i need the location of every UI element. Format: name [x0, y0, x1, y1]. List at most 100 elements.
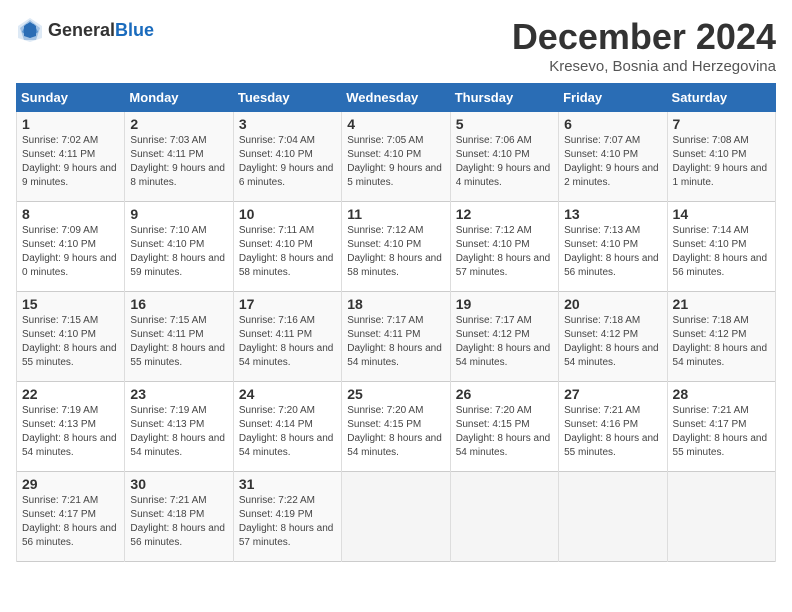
day-info: Sunrise: 7:10 AMSunset: 4:10 PMDaylight:…	[130, 225, 225, 278]
day-info: Sunrise: 7:09 AMSunset: 4:10 PMDaylight:…	[22, 225, 117, 278]
calendar-cell	[667, 472, 775, 562]
header-tuesday: Tuesday	[233, 84, 341, 112]
day-info: Sunrise: 7:20 AMSunset: 4:14 PMDaylight:…	[239, 405, 334, 458]
day-info: Sunrise: 7:15 AMSunset: 4:11 PMDaylight:…	[130, 315, 225, 368]
day-info: Sunrise: 7:04 AMSunset: 4:10 PMDaylight:…	[239, 135, 334, 188]
day-number: 22	[22, 386, 119, 402]
calendar-cell: 20 Sunrise: 7:18 AMSunset: 4:12 PMDayligh…	[559, 292, 667, 382]
day-info: Sunrise: 7:17 AMSunset: 4:12 PMDaylight:…	[456, 315, 551, 368]
calendar-cell	[342, 472, 450, 562]
day-info: Sunrise: 7:12 AMSunset: 4:10 PMDaylight:…	[456, 225, 551, 278]
day-info: Sunrise: 7:14 AMSunset: 4:10 PMDaylight:…	[673, 225, 768, 278]
day-info: Sunrise: 7:05 AMSunset: 4:10 PMDaylight:…	[347, 135, 442, 188]
days-header-row: Sunday Monday Tuesday Wednesday Thursday…	[17, 84, 776, 112]
header-thursday: Thursday	[450, 84, 558, 112]
logo-general: General	[48, 20, 115, 41]
day-number: 23	[130, 386, 227, 402]
calendar-cell: 27 Sunrise: 7:21 AMSunset: 4:16 PMDayligh…	[559, 382, 667, 472]
calendar-cell: 28 Sunrise: 7:21 AMSunset: 4:17 PMDayligh…	[667, 382, 775, 472]
title-area: December 2024 Kresevo, Bosnia and Herzeg…	[512, 16, 776, 75]
calendar-cell: 1 Sunrise: 7:02 AMSunset: 4:11 PMDaylight…	[17, 112, 125, 202]
calendar-cell: 29 Sunrise: 7:21 AMSunset: 4:17 PMDayligh…	[17, 472, 125, 562]
header-friday: Friday	[559, 84, 667, 112]
calendar-cell: 6 Sunrise: 7:07 AMSunset: 4:10 PMDaylight…	[559, 112, 667, 202]
day-number: 25	[347, 386, 444, 402]
logo-icon	[16, 16, 44, 44]
day-number: 1	[22, 116, 119, 132]
calendar-cell: 30 Sunrise: 7:21 AMSunset: 4:18 PMDayligh…	[125, 472, 233, 562]
day-info: Sunrise: 7:03 AMSunset: 4:11 PMDaylight:…	[130, 135, 225, 188]
day-number: 6	[564, 116, 661, 132]
day-number: 8	[22, 206, 119, 222]
day-number: 28	[673, 386, 770, 402]
calendar-cell: 3Sunrise: 7:04 AMSunset: 4:10 PMDaylight…	[233, 112, 341, 202]
day-number: 29	[22, 476, 119, 492]
calendar-cell: 2 Sunrise: 7:03 AMSunset: 4:11 PMDaylight…	[125, 112, 233, 202]
day-number: 19	[456, 296, 553, 312]
day-number: 4	[347, 116, 444, 132]
day-number: 30	[130, 476, 227, 492]
logo: General Blue	[16, 16, 154, 44]
day-number: 31	[239, 476, 336, 492]
calendar-cell: 10Sunrise: 7:11 AMSunset: 4:10 PMDayligh…	[233, 202, 341, 292]
day-number: 21	[673, 296, 770, 312]
calendar-cell: 7 Sunrise: 7:08 AMSunset: 4:10 PMDaylight…	[667, 112, 775, 202]
day-info: Sunrise: 7:16 AMSunset: 4:11 PMDaylight:…	[239, 315, 334, 368]
calendar-cell: 17 Sunrise: 7:16 AMSunset: 4:11 PMDayligh…	[233, 292, 341, 382]
calendar-week-row: 1 Sunrise: 7:02 AMSunset: 4:11 PMDaylight…	[17, 112, 776, 202]
day-number: 26	[456, 386, 553, 402]
calendar-table: Sunday Monday Tuesday Wednesday Thursday…	[16, 83, 776, 562]
day-info: Sunrise: 7:18 AMSunset: 4:12 PMDaylight:…	[673, 315, 768, 368]
calendar-cell: 5Sunrise: 7:06 AMSunset: 4:10 PMDaylight…	[450, 112, 558, 202]
day-info: Sunrise: 7:21 AMSunset: 4:17 PMDaylight:…	[673, 405, 768, 458]
calendar-cell: 19 Sunrise: 7:17 AMSunset: 4:12 PMDayligh…	[450, 292, 558, 382]
day-info: Sunrise: 7:06 AMSunset: 4:10 PMDaylight:…	[456, 135, 551, 188]
day-info: Sunrise: 7:19 AMSunset: 4:13 PMDaylight:…	[130, 405, 225, 458]
calendar-cell: 8 Sunrise: 7:09 AMSunset: 4:10 PMDaylight…	[17, 202, 125, 292]
calendar-subtitle: Kresevo, Bosnia and Herzegovina	[512, 58, 776, 75]
day-info: Sunrise: 7:13 AMSunset: 4:10 PMDaylight:…	[564, 225, 659, 278]
day-number: 9	[130, 206, 227, 222]
header-saturday: Saturday	[667, 84, 775, 112]
day-info: Sunrise: 7:12 AMSunset: 4:10 PMDaylight:…	[347, 225, 442, 278]
day-info: Sunrise: 7:11 AMSunset: 4:10 PMDaylight:…	[239, 225, 334, 278]
calendar-cell: 15Sunrise: 7:15 AMSunset: 4:10 PMDayligh…	[17, 292, 125, 382]
day-info: Sunrise: 7:21 AMSunset: 4:18 PMDaylight:…	[130, 495, 225, 548]
day-info: Sunrise: 7:20 AMSunset: 4:15 PMDaylight:…	[347, 405, 442, 458]
day-number: 27	[564, 386, 661, 402]
day-info: Sunrise: 7:21 AMSunset: 4:17 PMDaylight:…	[22, 495, 117, 548]
day-number: 17	[239, 296, 336, 312]
day-info: Sunrise: 7:17 AMSunset: 4:11 PMDaylight:…	[347, 315, 442, 368]
calendar-cell: 31Sunrise: 7:22 AMSunset: 4:19 PMDayligh…	[233, 472, 341, 562]
day-info: Sunrise: 7:21 AMSunset: 4:16 PMDaylight:…	[564, 405, 659, 458]
calendar-week-row: 8 Sunrise: 7:09 AMSunset: 4:10 PMDaylight…	[17, 202, 776, 292]
calendar-cell	[559, 472, 667, 562]
calendar-cell: 23 Sunrise: 7:19 AMSunset: 4:13 PMDayligh…	[125, 382, 233, 472]
day-number: 24	[239, 386, 336, 402]
calendar-cell: 18 Sunrise: 7:17 AMSunset: 4:11 PMDayligh…	[342, 292, 450, 382]
day-number: 18	[347, 296, 444, 312]
calendar-cell: 16 Sunrise: 7:15 AMSunset: 4:11 PMDayligh…	[125, 292, 233, 382]
day-number: 11	[347, 206, 444, 222]
calendar-cell: 4 Sunrise: 7:05 AMSunset: 4:10 PMDaylight…	[342, 112, 450, 202]
day-number: 15	[22, 296, 119, 312]
day-number: 7	[673, 116, 770, 132]
day-info: Sunrise: 7:08 AMSunset: 4:10 PMDaylight:…	[673, 135, 768, 188]
day-info: Sunrise: 7:07 AMSunset: 4:10 PMDaylight:…	[564, 135, 659, 188]
day-number: 2	[130, 116, 227, 132]
calendar-week-row: 15Sunrise: 7:15 AMSunset: 4:10 PMDayligh…	[17, 292, 776, 382]
header-wednesday: Wednesday	[342, 84, 450, 112]
calendar-cell: 11 Sunrise: 7:12 AMSunset: 4:10 PMDayligh…	[342, 202, 450, 292]
day-info: Sunrise: 7:18 AMSunset: 4:12 PMDaylight:…	[564, 315, 659, 368]
day-number: 16	[130, 296, 227, 312]
calendar-cell: 14Sunrise: 7:14 AMSunset: 4:10 PMDayligh…	[667, 202, 775, 292]
day-number: 20	[564, 296, 661, 312]
calendar-cell: 25 Sunrise: 7:20 AMSunset: 4:15 PMDayligh…	[342, 382, 450, 472]
calendar-cell: 26Sunrise: 7:20 AMSunset: 4:15 PMDayligh…	[450, 382, 558, 472]
calendar-cell: 21 Sunrise: 7:18 AMSunset: 4:12 PMDayligh…	[667, 292, 775, 382]
day-info: Sunrise: 7:19 AMSunset: 4:13 PMDaylight:…	[22, 405, 117, 458]
calendar-cell	[450, 472, 558, 562]
calendar-title: December 2024	[512, 16, 776, 58]
day-info: Sunrise: 7:02 AMSunset: 4:11 PMDaylight:…	[22, 135, 117, 188]
calendar-cell: 12Sunrise: 7:12 AMSunset: 4:10 PMDayligh…	[450, 202, 558, 292]
